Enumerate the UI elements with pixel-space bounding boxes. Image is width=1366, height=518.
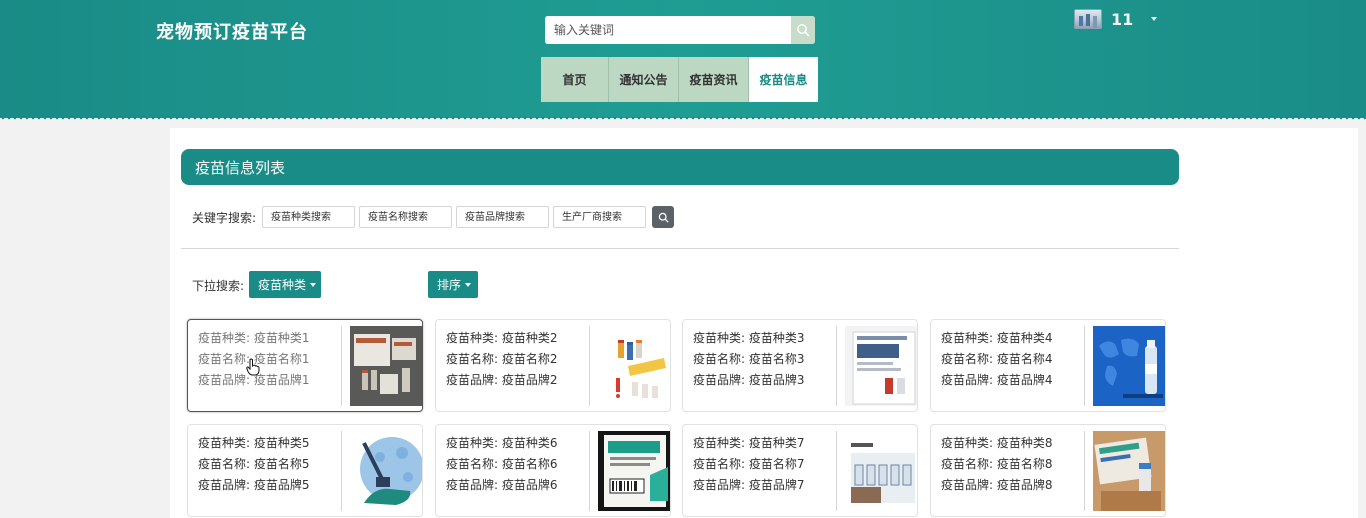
vaccine-card[interactable]: 疫苗种类: 疫苗种类6 疫苗名称: 疫苗名称6 疫苗品牌: 疫苗品牌6 [435, 424, 671, 517]
card-vaccine-type: 疫苗种类: 疫苗种类3 [693, 331, 805, 345]
vaccine-image[interactable] [598, 431, 670, 511]
card-vaccine-brand: 疫苗品牌: 疫苗品牌2 [446, 373, 558, 387]
keyword-search-row: 关键字搜索: [192, 206, 675, 228]
vaccine-card[interactable]: 疫苗种类: 疫苗种类3 疫苗名称: 疫苗名称3 疫苗品牌: 疫苗品牌3 [682, 319, 918, 412]
card-text: 疫苗种类: 疫苗种类3 疫苗名称: 疫苗名称3 疫苗品牌: 疫苗品牌3 [693, 328, 805, 391]
dropdown-search-label: 下拉搜索: [192, 279, 245, 293]
card-vaccine-type: 疫苗种类: 疫苗种类6 [446, 436, 558, 450]
search-vaccine-type-input[interactable] [262, 206, 356, 228]
caret-down-icon [465, 282, 472, 287]
avatar[interactable] [1074, 9, 1102, 29]
card-vaccine-name: 疫苗名称: 疫苗名称4 [941, 352, 1053, 366]
nav-vaccine-news[interactable]: 疫苗资讯 [679, 57, 749, 102]
nav-vaccine-info[interactable]: 疫苗信息 [749, 57, 818, 102]
header-dotted-border [0, 116, 1366, 120]
card-vaccine-name: 疫苗名称: 疫苗名称8 [941, 457, 1053, 471]
card-text: 疫苗种类: 疫苗种类4 疫苗名称: 疫苗名称4 疫苗品牌: 疫苗品牌4 [941, 328, 1053, 391]
user-name[interactable]: 11 [1111, 10, 1133, 29]
search-vaccine-name-input[interactable] [359, 206, 453, 228]
card-vaccine-type: 疫苗种类: 疫苗种类4 [941, 331, 1053, 345]
search-manufacturer-input[interactable] [553, 206, 647, 228]
user-menu[interactable]: 11 [1074, 8, 1158, 30]
sort-dropdown-label: 排序 [437, 278, 462, 292]
vaccine-image[interactable] [598, 326, 670, 406]
vaccine-card[interactable]: 疫苗种类: 疫苗种类2 疫苗名称: 疫苗名称2 疫苗品牌: 疫苗品牌2 [435, 319, 671, 412]
vaccine-image[interactable] [1093, 431, 1165, 511]
vaccine-type-dropdown-label: 疫苗种类 [258, 278, 307, 292]
vaccine-card[interactable]: 疫苗种类: 疫苗种类8 疫苗名称: 疫苗名称8 疫苗品牌: 疫苗品牌8 [930, 424, 1166, 517]
card-text: 疫苗种类: 疫苗种类5 疫苗名称: 疫苗名称5 疫苗品牌: 疫苗品牌5 [198, 433, 310, 496]
card-vaccine-brand: 疫苗品牌: 疫苗品牌4 [941, 373, 1053, 387]
card-vaccine-type: 疫苗种类: 疫苗种类2 [446, 331, 558, 345]
card-vaccine-brand: 疫苗品牌: 疫苗品牌5 [198, 478, 310, 492]
vaccine-type-dropdown[interactable]: 疫苗种类 [249, 271, 321, 298]
hand-cursor-icon [246, 358, 260, 376]
vaccine-card[interactable]: 疫苗种类: 疫苗种类4 疫苗名称: 疫苗名称4 疫苗品牌: 疫苗品牌4 [930, 319, 1166, 412]
search-icon [658, 212, 669, 222]
card-vaccine-type: 疫苗种类: 疫苗种类8 [941, 436, 1053, 450]
card-vaccine-name: 疫苗名称: 疫苗名称7 [693, 457, 805, 471]
vaccine-image[interactable] [1093, 326, 1165, 406]
keyword-search-label: 关键字搜索: [192, 210, 257, 225]
card-vaccine-type: 疫苗种类: 疫苗种类5 [198, 436, 310, 450]
nav-notices[interactable]: 通知公告 [609, 57, 679, 102]
card-vaccine-brand: 疫苗品牌: 疫苗品牌6 [446, 478, 558, 492]
card-vaccine-brand: 疫苗品牌: 疫苗品牌8 [941, 478, 1053, 492]
main-nav: 首页 通知公告 疫苗资讯 疫苗信息 [541, 57, 818, 102]
page-title: 疫苗信息列表 [181, 149, 1179, 185]
card-vaccine-name: 疫苗名称: 疫苗名称6 [446, 457, 558, 471]
card-text: 疫苗种类: 疫苗种类6 疫苗名称: 疫苗名称6 疫苗品牌: 疫苗品牌6 [446, 433, 558, 496]
site-title[interactable]: 宠物预订疫苗平台 [156, 18, 308, 44]
vaccine-image[interactable] [845, 431, 917, 511]
nav-home[interactable]: 首页 [541, 57, 609, 102]
card-vaccine-brand: 疫苗品牌: 疫苗品牌3 [693, 373, 805, 387]
search-icon [797, 24, 810, 37]
caret-down-icon[interactable] [1151, 17, 1158, 21]
sort-dropdown[interactable]: 排序 [428, 271, 478, 298]
top-header: 宠物预订疫苗平台 11 首页 通知公告 疫苗资讯 疫苗信息 [0, 0, 1366, 118]
card-vaccine-brand: 疫苗品牌: 疫苗品牌7 [693, 478, 805, 492]
card-text: 疫苗种类: 疫苗种类2 疫苗名称: 疫苗名称2 疫苗品牌: 疫苗品牌2 [446, 328, 558, 391]
search-vaccine-brand-input[interactable] [456, 206, 550, 228]
header-search [545, 16, 815, 44]
card-vaccine-type: 疫苗种类: 疫苗种类7 [693, 436, 805, 450]
keyword-search-button[interactable] [652, 206, 675, 228]
vaccine-card[interactable]: 疫苗种类: 疫苗种类5 疫苗名称: 疫苗名称5 疫苗品牌: 疫苗品牌5 [187, 424, 423, 517]
header-search-input[interactable] [545, 16, 791, 44]
caret-down-icon [310, 282, 317, 287]
card-vaccine-name: 疫苗名称: 疫苗名称2 [446, 352, 558, 366]
header-search-button[interactable] [791, 16, 815, 44]
card-text: 疫苗种类: 疫苗种类8 疫苗名称: 疫苗名称8 疫苗品牌: 疫苗品牌8 [941, 433, 1053, 496]
card-text: 疫苗种类: 疫苗种类7 疫苗名称: 疫苗名称7 疫苗品牌: 疫苗品牌7 [693, 433, 805, 496]
card-vaccine-name: 疫苗名称: 疫苗名称5 [198, 457, 310, 471]
divider [181, 248, 1179, 249]
vaccine-card[interactable]: 疫苗种类: 疫苗种类7 疫苗名称: 疫苗名称7 疫苗品牌: 疫苗品牌7 [682, 424, 918, 517]
vaccine-image[interactable] [350, 326, 422, 406]
card-vaccine-name: 疫苗名称: 疫苗名称3 [693, 352, 805, 366]
vaccine-image[interactable] [845, 326, 917, 406]
card-vaccine-type: 疫苗种类: 疫苗种类1 [198, 331, 310, 345]
vaccine-card[interactable]: 疫苗种类: 疫苗种类1 疫苗名称: 疫苗名称1 疫苗品牌: 疫苗品牌1 [187, 319, 423, 412]
vaccine-image[interactable] [350, 431, 422, 511]
